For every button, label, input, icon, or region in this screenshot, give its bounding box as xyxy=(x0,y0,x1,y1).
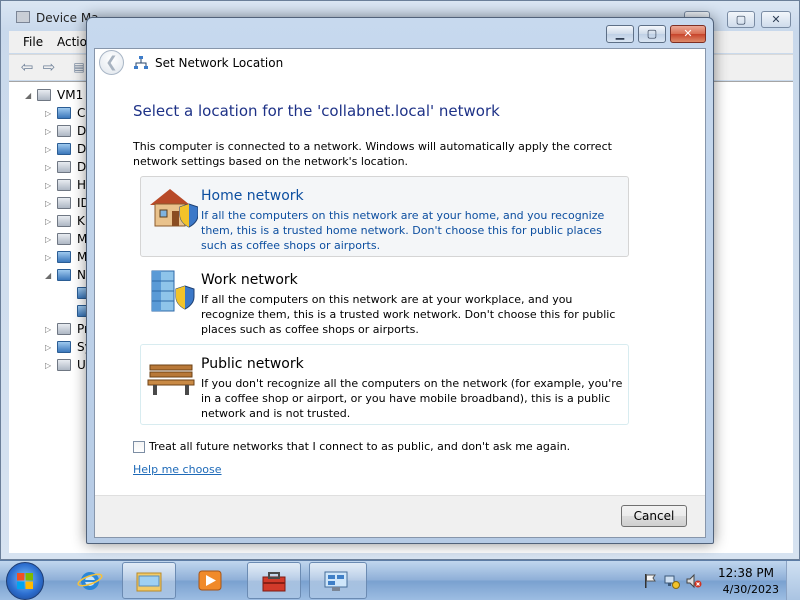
work-network-option[interactable]: Work network If all the computers on thi… xyxy=(140,260,629,341)
tree-item-label: N xyxy=(77,268,86,282)
dialog-intro-text: This computer is connected to a network.… xyxy=(133,140,612,168)
expand-icon[interactable]: ▷ xyxy=(45,343,54,352)
treat-as-public-checkbox[interactable] xyxy=(133,441,145,453)
cancel-button[interactable]: Cancel xyxy=(621,505,687,527)
device-icon xyxy=(57,125,71,137)
computer-icon xyxy=(37,89,51,101)
taskbar-windows-explorer[interactable] xyxy=(122,562,176,599)
dialog-content: ❮ Set Network Location Select a location… xyxy=(94,48,706,538)
dialog-title: Set Network Location xyxy=(155,56,284,70)
volume-muted-icon[interactable] xyxy=(686,573,702,589)
public-network-option[interactable]: Public network If you don't recognize al… xyxy=(140,344,629,425)
expand-icon[interactable]: ▷ xyxy=(45,163,54,172)
home-network-title: Home network xyxy=(201,188,304,204)
tree-root-label: VM1 xyxy=(57,88,84,102)
device-icon xyxy=(57,215,71,227)
device-icon xyxy=(57,251,71,263)
treat-as-public-label[interactable]: Treat all future networks that I connect… xyxy=(149,440,570,453)
back-arrow-icon: ❮ xyxy=(105,53,118,71)
device-icon xyxy=(57,107,71,119)
device-icon xyxy=(57,161,71,173)
dialog-close-button[interactable]: ✕ xyxy=(670,25,706,43)
taskbar-internet-explorer[interactable] xyxy=(64,562,118,599)
toolbox-icon xyxy=(262,572,286,592)
action-center-flag-icon[interactable] xyxy=(642,573,658,589)
network-status-icon[interactable] xyxy=(664,573,680,589)
house-icon xyxy=(150,189,198,228)
clock-time[interactable]: 12:38 PM xyxy=(718,566,774,580)
windows-explorer-icon xyxy=(136,572,162,592)
expand-icon[interactable]: ▷ xyxy=(45,199,54,208)
device-manager-app-icon xyxy=(16,11,30,23)
help-me-choose-link[interactable]: Help me choose xyxy=(133,463,222,476)
device-manager-icon xyxy=(324,571,348,591)
maximize-button[interactable]: ▢ xyxy=(727,11,755,28)
dialog-heading: Select a location for the 'collabnet.loc… xyxy=(133,102,500,120)
maximize-icon: ▢ xyxy=(735,13,747,26)
media-player-icon xyxy=(198,570,222,591)
back-arrow-icon[interactable]: ⇦ xyxy=(17,59,37,75)
tree-item-label: U xyxy=(77,358,86,372)
close-icon: ✕ xyxy=(771,13,781,26)
device-icon xyxy=(57,179,71,191)
tree-item-label: D xyxy=(77,124,87,138)
back-button[interactable]: ❮ xyxy=(99,50,124,75)
home-network-option[interactable]: Home network If all the computers on thi… xyxy=(140,176,629,257)
dialog-window-controls: ▁ ▢ ✕ xyxy=(606,25,706,44)
forward-arrow-icon[interactable]: ⇨ xyxy=(39,59,59,75)
dialog-header: ❮ Set Network Location xyxy=(95,49,705,77)
public-network-description: If you don't recognize all the computers… xyxy=(201,377,623,420)
park-bench-icon xyxy=(147,364,195,395)
expand-icon[interactable]: ▷ xyxy=(45,217,54,226)
expand-icon[interactable]: ▷ xyxy=(45,127,54,136)
clock-date[interactable]: 4/30/2023 xyxy=(723,583,779,596)
public-network-title: Public network xyxy=(201,356,304,372)
dialog-footer: Cancel xyxy=(95,495,705,537)
home-network-description: If all the computers on this network are… xyxy=(201,209,605,252)
internet-explorer-icon xyxy=(77,572,103,590)
expand-icon[interactable]: ▷ xyxy=(45,181,54,190)
work-network-title: Work network xyxy=(201,272,298,288)
processor-icon xyxy=(57,323,71,335)
menu-file[interactable]: File xyxy=(23,35,43,49)
taskbar-device-manager[interactable] xyxy=(309,562,367,599)
system-devices-icon xyxy=(57,341,71,353)
device-icon xyxy=(57,143,71,155)
show-desktop-button[interactable] xyxy=(786,561,800,600)
close-icon: ✕ xyxy=(683,27,693,40)
dialog-minimize-button[interactable]: ▁ xyxy=(606,25,634,43)
tree-item-label: H xyxy=(77,178,87,192)
start-button[interactable] xyxy=(6,562,44,600)
expand-icon[interactable]: ▷ xyxy=(45,109,54,118)
expand-icon[interactable]: ▷ xyxy=(45,325,54,334)
tree-item-label: D xyxy=(77,160,87,174)
dialog-maximize-button[interactable]: ▢ xyxy=(638,25,666,43)
taskbar-media-player[interactable] xyxy=(184,562,238,599)
expand-icon[interactable]: ▷ xyxy=(45,253,54,262)
tree-item-label: C xyxy=(77,106,86,120)
taskbar-toolbox[interactable] xyxy=(247,562,301,599)
tree-item-label: D xyxy=(77,142,87,156)
windows-logo-icon xyxy=(17,573,33,589)
expand-icon[interactable]: ▷ xyxy=(45,235,54,244)
network-adapter-icon xyxy=(57,269,71,281)
network-icon xyxy=(134,56,148,69)
device-icon xyxy=(57,197,71,209)
expand-icon[interactable]: ▷ xyxy=(45,361,54,370)
tree-item-label: K xyxy=(77,214,85,228)
device-icon xyxy=(57,233,71,245)
maximize-icon: ▢ xyxy=(646,27,658,40)
usb-icon xyxy=(57,359,71,371)
collapse-icon[interactable]: ◢ xyxy=(25,91,34,100)
system-tray: 12:38 PM 4/30/2023 xyxy=(630,561,800,600)
office-building-icon xyxy=(151,270,195,312)
menu-action[interactable]: Actio xyxy=(57,35,87,49)
expand-icon[interactable]: ▷ xyxy=(45,145,54,154)
close-button[interactable]: ✕ xyxy=(761,11,791,28)
minimize-icon: ▁ xyxy=(615,27,625,40)
collapse-icon[interactable]: ◢ xyxy=(45,271,54,280)
set-network-location-dialog: ▁ ▢ ✕ ❮ Set Network Location Select a lo… xyxy=(86,17,714,544)
work-network-description: If all the computers on this network are… xyxy=(201,293,616,336)
taskbar: 12:38 PM 4/30/2023 xyxy=(0,560,800,600)
